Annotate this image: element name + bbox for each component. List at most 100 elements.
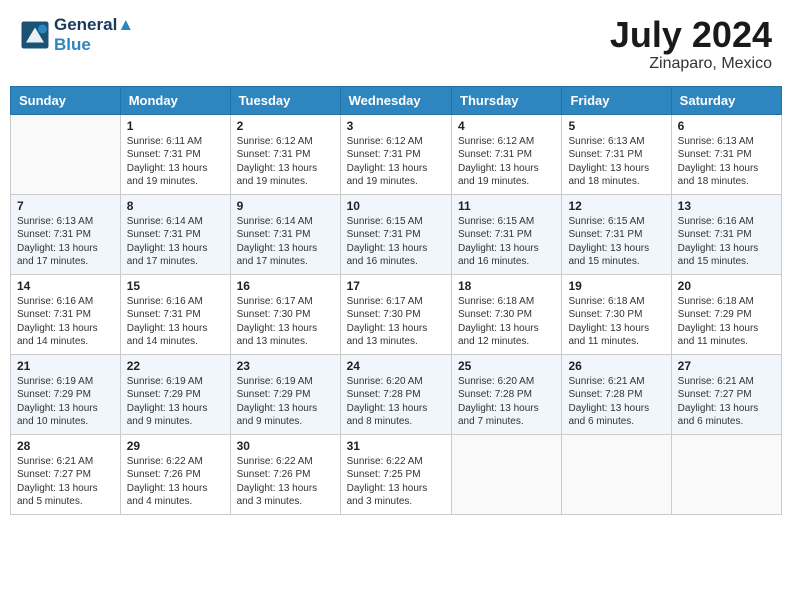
logo-text: General▲ Blue	[54, 15, 134, 54]
day-number: 25	[458, 359, 555, 373]
calendar-cell: 19Sunrise: 6:18 AMSunset: 7:30 PMDayligh…	[562, 274, 671, 354]
cell-info: Sunrise: 6:12 AMSunset: 7:31 PMDaylight:…	[458, 135, 555, 189]
col-header-wednesday: Wednesday	[340, 86, 451, 114]
cell-info: Sunrise: 6:14 AMSunset: 7:31 PMDaylight:…	[127, 215, 224, 269]
day-number: 27	[678, 359, 775, 373]
cell-info: Sunrise: 6:15 AMSunset: 7:31 PMDaylight:…	[568, 215, 664, 269]
calendar-cell	[11, 114, 121, 194]
day-number: 12	[568, 199, 664, 213]
calendar-cell: 2Sunrise: 6:12 AMSunset: 7:31 PMDaylight…	[230, 114, 340, 194]
calendar-cell: 21 Sunrise: 6:19 AMSunset: 7:29 PMDayligh…	[11, 354, 121, 434]
calendar-cell: 1 Sunrise: 6:11 AMSunset: 7:31 PMDaylight…	[120, 114, 230, 194]
cell-info: Sunrise: 6:19 AMSunset: 7:29 PMDaylight:…	[17, 375, 114, 429]
cell-info: Sunrise: 6:21 AMSunset: 7:27 PMDaylight:…	[678, 375, 775, 429]
col-header-sunday: Sunday	[11, 86, 121, 114]
cell-info: Sunrise: 6:19 AMSunset: 7:29 PMDaylight:…	[127, 375, 224, 429]
header-row: SundayMondayTuesdayWednesdayThursdayFrid…	[11, 86, 782, 114]
day-number: 7	[17, 199, 114, 213]
logo-icon	[20, 20, 50, 50]
calendar-cell: 6 Sunrise: 6:13 AMSunset: 7:31 PMDaylight…	[671, 114, 781, 194]
calendar-cell: 7 Sunrise: 6:13 AMSunset: 7:31 PMDaylight…	[11, 194, 121, 274]
cell-info: Sunrise: 6:14 AMSunset: 7:31 PMDaylight:…	[237, 215, 334, 269]
calendar-cell: 26 Sunrise: 6:21 AMSunset: 7:28 PMDayligh…	[562, 354, 671, 434]
calendar-cell: 23Sunrise: 6:19 AMSunset: 7:29 PMDayligh…	[230, 354, 340, 434]
day-number: 5	[568, 119, 664, 133]
cell-info: Sunrise: 6:21 AMSunset: 7:27 PMDaylight:…	[17, 455, 114, 509]
location: Zinaparo, Mexico	[610, 55, 772, 73]
calendar-week-1: 1 Sunrise: 6:11 AMSunset: 7:31 PMDaylight…	[11, 114, 782, 194]
cell-info: Sunrise: 6:13 AMSunset: 7:31 PMDaylight:…	[17, 215, 114, 269]
col-header-friday: Friday	[562, 86, 671, 114]
day-number: 20	[678, 279, 775, 293]
day-number: 21	[17, 359, 114, 373]
day-number: 30	[237, 439, 334, 453]
calendar-cell: 22Sunrise: 6:19 AMSunset: 7:29 PMDayligh…	[120, 354, 230, 434]
day-number: 23	[237, 359, 334, 373]
day-number: 2	[237, 119, 334, 133]
day-number: 8	[127, 199, 224, 213]
cell-info: Sunrise: 6:13 AMSunset: 7:31 PMDaylight:…	[678, 135, 775, 189]
calendar-cell	[562, 434, 671, 514]
calendar-cell: 18 Sunrise: 6:18 AMSunset: 7:30 PMDayligh…	[452, 274, 562, 354]
col-header-monday: Monday	[120, 86, 230, 114]
month-year: July 2024	[610, 15, 772, 55]
calendar-cell: 12 Sunrise: 6:15 AMSunset: 7:31 PMDayligh…	[562, 194, 671, 274]
day-number: 4	[458, 119, 555, 133]
calendar-cell: 10 Sunrise: 6:15 AMSunset: 7:31 PMDayligh…	[340, 194, 451, 274]
calendar-cell: 14Sunrise: 6:16 AMSunset: 7:31 PMDayligh…	[11, 274, 121, 354]
col-header-thursday: Thursday	[452, 86, 562, 114]
cell-info: Sunrise: 6:12 AMSunset: 7:31 PMDaylight:…	[347, 135, 445, 189]
cell-info: Sunrise: 6:16 AMSunset: 7:31 PMDaylight:…	[678, 215, 775, 269]
calendar-cell: 3 Sunrise: 6:12 AMSunset: 7:31 PMDaylight…	[340, 114, 451, 194]
page-header: General▲ Blue July 2024 Zinaparo, Mexico	[10, 10, 782, 78]
cell-info: Sunrise: 6:17 AMSunset: 7:30 PMDaylight:…	[237, 295, 334, 349]
day-number: 18	[458, 279, 555, 293]
calendar-cell	[452, 434, 562, 514]
cell-info: Sunrise: 6:17 AMSunset: 7:30 PMDaylight:…	[347, 295, 445, 349]
calendar-cell	[671, 434, 781, 514]
day-number: 17	[347, 279, 445, 293]
calendar-cell: 24Sunrise: 6:20 AMSunset: 7:28 PMDayligh…	[340, 354, 451, 434]
cell-info: Sunrise: 6:21 AMSunset: 7:28 PMDaylight:…	[568, 375, 664, 429]
cell-info: Sunrise: 6:15 AMSunset: 7:31 PMDaylight:…	[347, 215, 445, 269]
day-number: 28	[17, 439, 114, 453]
day-number: 16	[237, 279, 334, 293]
col-header-saturday: Saturday	[671, 86, 781, 114]
day-number: 29	[127, 439, 224, 453]
day-number: 14	[17, 279, 114, 293]
day-number: 9	[237, 199, 334, 213]
day-number: 3	[347, 119, 445, 133]
calendar-cell: 13 Sunrise: 6:16 AMSunset: 7:31 PMDayligh…	[671, 194, 781, 274]
logo: General▲ Blue	[20, 15, 134, 54]
calendar-cell: 29 Sunrise: 6:22 AMSunset: 7:26 PMDayligh…	[120, 434, 230, 514]
day-number: 15	[127, 279, 224, 293]
calendar-cell: 20 Sunrise: 6:18 AMSunset: 7:29 PMDayligh…	[671, 274, 781, 354]
cell-info: Sunrise: 6:22 AMSunset: 7:26 PMDaylight:…	[127, 455, 224, 509]
cell-info: Sunrise: 6:22 AMSunset: 7:26 PMDaylight:…	[237, 455, 334, 509]
calendar-cell: 27 Sunrise: 6:21 AMSunset: 7:27 PMDayligh…	[671, 354, 781, 434]
day-number: 13	[678, 199, 775, 213]
cell-info: Sunrise: 6:18 AMSunset: 7:29 PMDaylight:…	[678, 295, 775, 349]
calendar-cell: 8 Sunrise: 6:14 AMSunset: 7:31 PMDaylight…	[120, 194, 230, 274]
cell-info: Sunrise: 6:11 AMSunset: 7:31 PMDaylight:…	[127, 135, 224, 189]
calendar-cell: 5Sunrise: 6:13 AMSunset: 7:31 PMDaylight…	[562, 114, 671, 194]
day-number: 26	[568, 359, 664, 373]
calendar-cell: 25Sunrise: 6:20 AMSunset: 7:28 PMDayligh…	[452, 354, 562, 434]
cell-info: Sunrise: 6:15 AMSunset: 7:31 PMDaylight:…	[458, 215, 555, 269]
calendar-week-4: 21 Sunrise: 6:19 AMSunset: 7:29 PMDayligh…	[11, 354, 782, 434]
cell-info: Sunrise: 6:16 AMSunset: 7:31 PMDaylight:…	[127, 295, 224, 349]
calendar-week-5: 28 Sunrise: 6:21 AMSunset: 7:27 PMDayligh…	[11, 434, 782, 514]
calendar-cell: 11Sunrise: 6:15 AMSunset: 7:31 PMDayligh…	[452, 194, 562, 274]
calendar-cell: 31Sunrise: 6:22 AMSunset: 7:25 PMDayligh…	[340, 434, 451, 514]
day-number: 1	[127, 119, 224, 133]
calendar-week-2: 7 Sunrise: 6:13 AMSunset: 7:31 PMDaylight…	[11, 194, 782, 274]
calendar-cell: 16 Sunrise: 6:17 AMSunset: 7:30 PMDayligh…	[230, 274, 340, 354]
calendar-table: SundayMondayTuesdayWednesdayThursdayFrid…	[10, 86, 782, 515]
calendar-cell: 9 Sunrise: 6:14 AMSunset: 7:31 PMDaylight…	[230, 194, 340, 274]
day-number: 10	[347, 199, 445, 213]
calendar-week-3: 14 Sunrise: 6:16 AMSunset: 7:31 PMDayligh…	[11, 274, 782, 354]
day-number: 6	[678, 119, 775, 133]
day-number: 24	[347, 359, 445, 373]
calendar-cell: 4 Sunrise: 6:12 AMSunset: 7:31 PMDaylight…	[452, 114, 562, 194]
cell-info: Sunrise: 6:18 AMSunset: 7:30 PMDaylight:…	[458, 295, 555, 349]
